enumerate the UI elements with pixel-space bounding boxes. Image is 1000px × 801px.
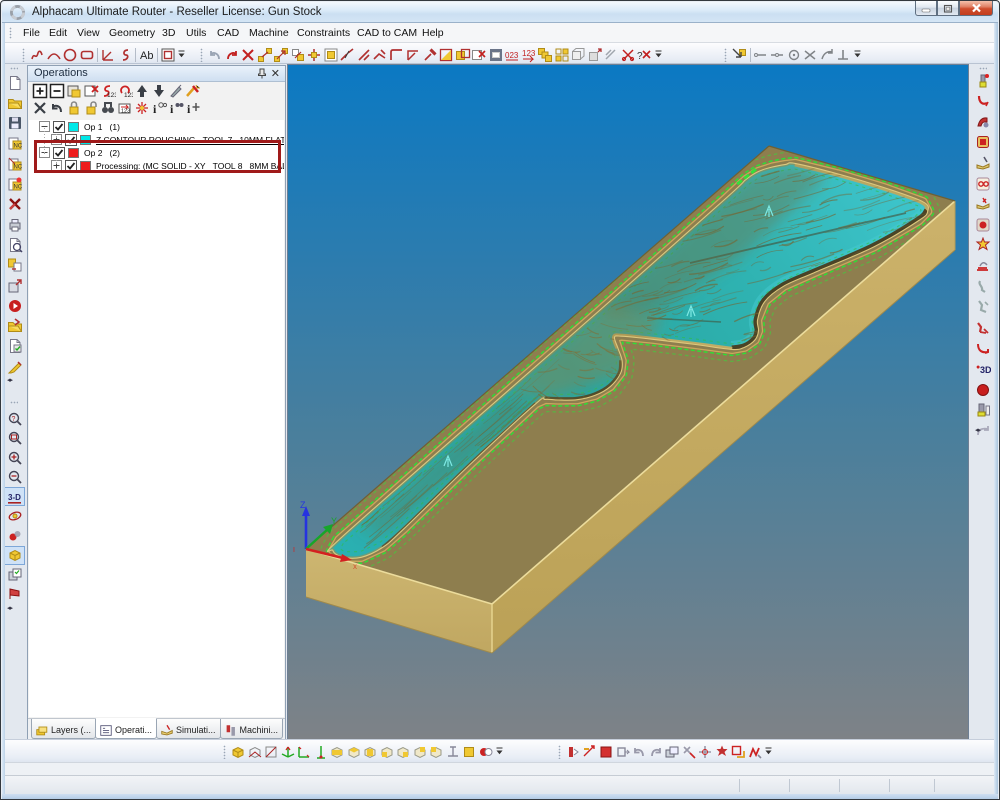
svg-text:023: 023 [505,51,519,60]
svg-text:Ab: Ab [140,50,153,62]
svg-text:123: 123 [522,49,536,58]
svg-text:?: ? [637,51,643,62]
